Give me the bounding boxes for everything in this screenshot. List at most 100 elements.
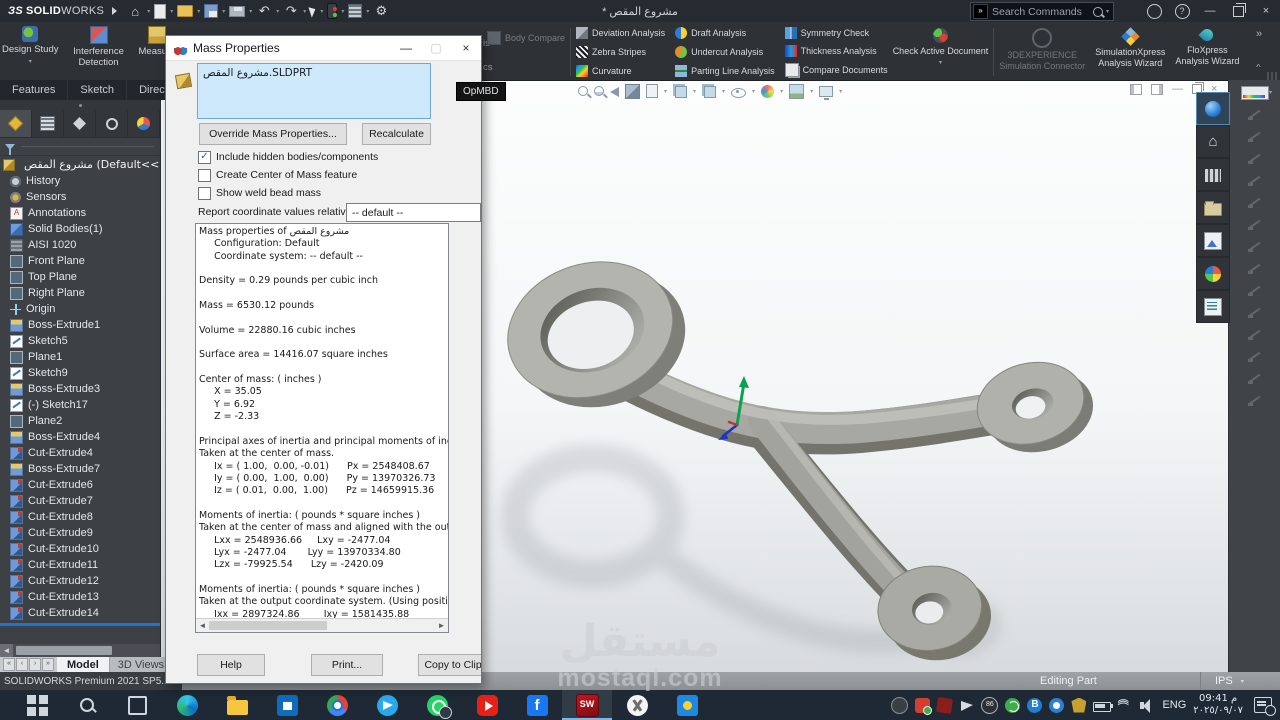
undercut-analysis-button[interactable]: Undercut Analysis <box>675 46 775 58</box>
minimize-button[interactable]: — <box>1196 0 1224 22</box>
tree-item-annotations[interactable]: Annotations <box>10 205 160 221</box>
units-dropdown-icon[interactable]: ▾ <box>1241 678 1244 685</box>
taskpane-tab-solidworks-resources[interactable]: ⌂ <box>1196 125 1230 158</box>
search-commands-box[interactable]: » Search Commands ▾ <box>970 2 1114 21</box>
view-orientation-icon[interactable] <box>675 86 687 98</box>
check-active-dropdown-icon[interactable]: ▾ <box>939 59 942 66</box>
3d-drawing-view-icon[interactable] <box>646 84 658 98</box>
selected-items-box[interactable]: مشروع المقص.SLDPRT <box>197 63 431 119</box>
tree-item-cut-extrude8[interactable]: Cut-Extrude8 <box>10 509 160 525</box>
dropdown-caret-icon[interactable]: ▾ <box>197 8 200 15</box>
rollback-bar[interactable] <box>0 623 160 626</box>
print-button[interactable]: Print... <box>311 654 383 676</box>
dropdown-caret-icon[interactable]: ▾ <box>693 88 696 95</box>
taskbar-app-mostaql-app[interactable] <box>662 690 712 720</box>
language-indicator[interactable]: ENG <box>1162 699 1186 711</box>
dropdown-caret-icon[interactable]: ▾ <box>222 8 225 15</box>
taskbar-app-task-view[interactable] <box>112 690 162 720</box>
help-button[interactable]: Help <box>197 654 265 676</box>
tree-horizontal-scrollbar[interactable]: ◄ <box>0 644 160 657</box>
first-tab-icon[interactable]: « <box>3 658 15 671</box>
filter-input[interactable] <box>21 146 154 147</box>
ribbon-collapse-button[interactable]: ^ <box>1256 64 1261 72</box>
close-button[interactable]: × <box>1252 0 1280 22</box>
dropdown-caret-icon[interactable]: ▾ <box>752 88 755 95</box>
zebra-stripes-button[interactable]: Zebra Stripes <box>576 46 665 58</box>
apply-scene-icon[interactable] <box>789 84 804 99</box>
appearance-swatch-icon[interactable] <box>1241 86 1269 100</box>
check-active-document-button[interactable]: Check Active Document ▾ <box>893 27 989 66</box>
next-tab-icon[interactable]: › <box>29 658 41 671</box>
tree-item-right-plane[interactable]: Right Plane <box>10 285 160 301</box>
volume-icon[interactable] <box>1140 698 1155 713</box>
clipped-tab-fragment[interactable]: OpMBD <box>456 82 506 101</box>
compare-documents-button[interactable]: Compare Documents <box>785 63 888 77</box>
ribbon-overflow-button[interactable]: » <box>1256 28 1262 40</box>
dropdown-caret-icon[interactable]: ▾ <box>664 88 667 95</box>
bluetooth-icon[interactable] <box>1027 698 1042 713</box>
menu-expand-arrow-icon[interactable] <box>112 7 117 15</box>
home-icon[interactable]: ⌂ <box>127 4 143 19</box>
edit-appearance-icon[interactable] <box>761 85 774 98</box>
help-button[interactable]: ? <box>1168 0 1196 22</box>
design-study-button[interactable]: Design Study ▾ <box>2 26 59 68</box>
dropdown-caret-icon[interactable]: ▾ <box>276 8 279 15</box>
redo-icon[interactable]: ↷ <box>283 4 299 19</box>
tree-item-cut-extrude13[interactable]: Cut-Extrude13 <box>10 589 160 605</box>
doc-minimize-button[interactable]: — <box>1172 83 1183 95</box>
tree-item-cut-extrude9[interactable]: Cut-Extrude9 <box>10 525 160 541</box>
tree-item-boss-extrude4[interactable]: Boss-Extrude4 <box>10 429 160 445</box>
scroll-left-icon[interactable]: ◄ <box>196 620 209 632</box>
tree-root-item[interactable]: مشروع المقص (Default<<Default>_ <box>0 156 160 173</box>
pane-right-icon[interactable] <box>1151 84 1163 95</box>
taskpane-tab-custom-properties[interactable] <box>1196 290 1230 323</box>
select-icon[interactable] <box>309 5 318 17</box>
undo-icon[interactable]: ↶ <box>256 4 272 19</box>
taskbar-app-file-explorer[interactable] <box>212 690 262 720</box>
tab-propertymanager[interactable] <box>32 110 64 137</box>
tree-item-cut-extrude7[interactable]: Cut-Extrude7 <box>10 493 160 509</box>
hide-show-items-icon[interactable] <box>731 88 746 98</box>
tab-displaymanager[interactable] <box>128 110 160 137</box>
last-tab-icon[interactable]: » <box>42 658 54 671</box>
search-input[interactable]: Search Commands <box>992 6 1093 18</box>
checkbox-row-include-hidden-bodies-components[interactable]: ✓Include hidden bodies/components <box>198 148 378 166</box>
dialog-title-bar[interactable]: Mass Properties — ▢ × <box>166 36 481 61</box>
dropdown-caret-icon[interactable]: ▾ <box>839 88 842 95</box>
tree-item-front-plane[interactable]: Front Plane <box>10 253 160 269</box>
tab-sketch[interactable]: Sketch <box>68 80 127 100</box>
taskpane-tab-view-palette[interactable] <box>1196 224 1230 257</box>
dropdown-caret-icon[interactable]: ▾ <box>366 8 369 15</box>
display-style-icon[interactable] <box>704 86 716 98</box>
taskbar-app-search[interactable] <box>62 690 112 720</box>
tree-item-boss-extrude7[interactable]: Boss-Extrude7 <box>10 461 160 477</box>
network-tool-icon[interactable] <box>1005 698 1020 713</box>
tree-item-plane1[interactable]: Plane1 <box>10 349 160 365</box>
chatgpt-tray-icon[interactable] <box>891 697 908 714</box>
taskpane-tab-3dexperience-marketplace[interactable] <box>1196 92 1230 125</box>
deviation-analysis-button[interactable]: Deviation Analysis <box>576 27 665 39</box>
tab-configurationmanager[interactable] <box>64 110 96 137</box>
file-properties-icon[interactable] <box>348 4 362 18</box>
unit-system-selector[interactable]: IPS ▾ <box>1200 672 1244 690</box>
updater-icon[interactable] <box>936 697 953 714</box>
checkbox-unchecked-icon[interactable] <box>198 169 211 182</box>
tree-item-cut-extrude11[interactable]: Cut-Extrude11 <box>10 557 160 573</box>
notifier-icon[interactable]: 86 <box>981 697 998 714</box>
dropdown-caret-icon[interactable]: ▾ <box>303 8 306 15</box>
taskpane-tab-file-explorer[interactable] <box>1196 191 1230 224</box>
tab-model[interactable]: Model <box>57 657 110 672</box>
zoom-to-area-icon[interactable] <box>594 86 604 96</box>
restore-button[interactable] <box>1224 0 1252 22</box>
clock[interactable]: 09:41 م ٢٠٢٥/٠٩/٠٧ <box>1193 693 1243 717</box>
checkbox-row-create-center-of-mass-feature[interactable]: Create Center of Mass feature <box>198 166 378 184</box>
dropdown-caret-icon[interactable]: ▾ <box>810 88 813 95</box>
taskbar-app-store[interactable] <box>262 690 312 720</box>
tree-item-sketch9[interactable]: Sketch9 <box>10 365 160 381</box>
scroll-right-icon[interactable]: ► <box>435 620 448 632</box>
curvature-button[interactable]: Curvature <box>576 65 665 77</box>
new-document-icon[interactable] <box>154 4 166 19</box>
taskbar-app-facebook[interactable] <box>512 690 562 720</box>
zoom-to-fit-icon[interactable] <box>578 86 588 96</box>
previous-view-icon[interactable] <box>610 87 619 97</box>
